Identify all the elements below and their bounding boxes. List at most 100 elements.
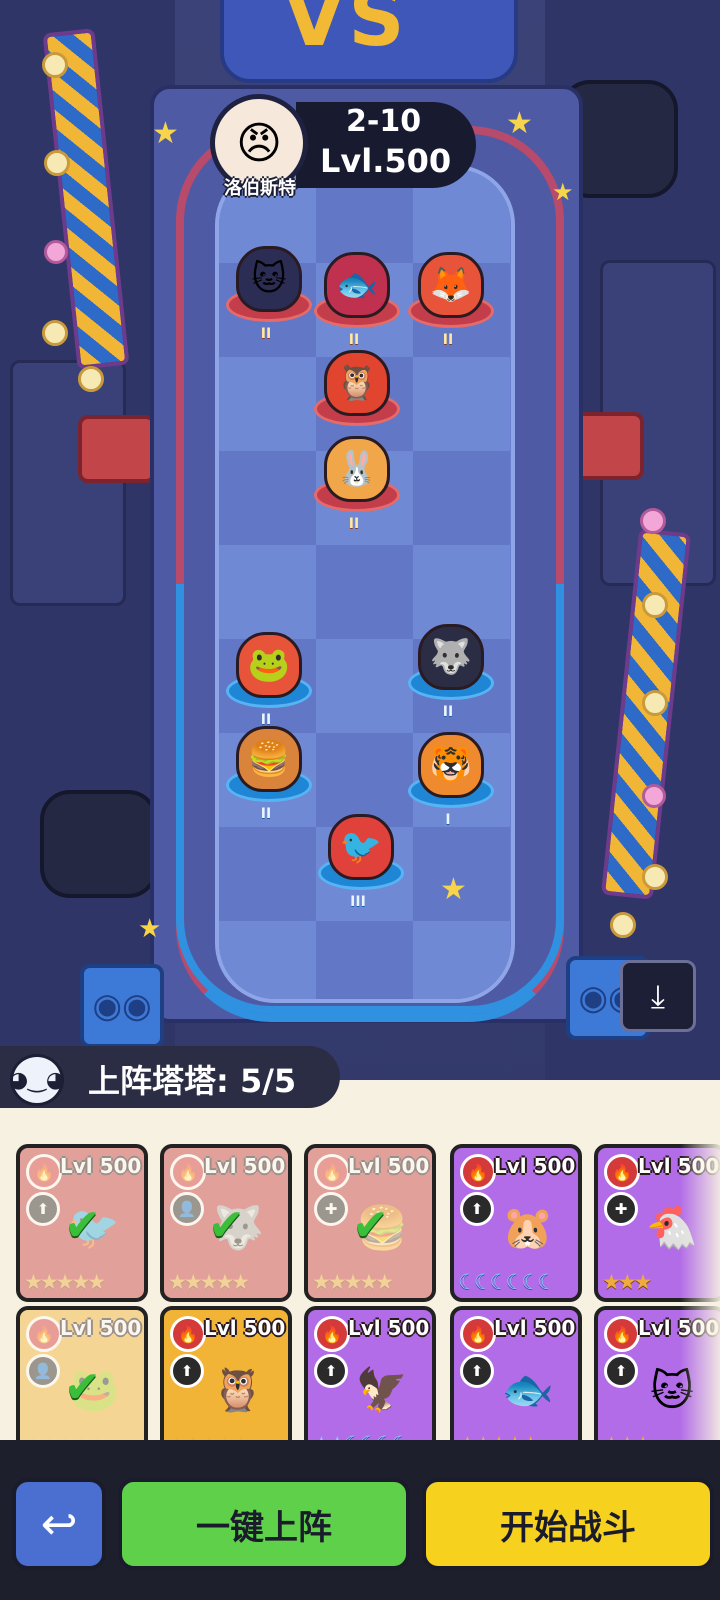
hero-card[interactable]: 🔥 Lvl 500 ⬆ 🐦 ✔ ★★★★★: [16, 1144, 148, 1302]
unit-tier: II: [442, 332, 454, 348]
fire-element-icon: 🔥: [26, 1154, 62, 1190]
player-unit[interactable]: 🐸 II: [222, 626, 312, 728]
team-count-tab: ◕‿◕ 上阵塔塔: 5/5: [0, 1046, 340, 1108]
stage-lamp: [642, 690, 668, 716]
unit-tier: II: [260, 806, 272, 822]
role-icon: ✚: [314, 1192, 348, 1226]
stage-lamp: [642, 864, 668, 890]
star-decoration: ★: [138, 914, 162, 944]
boss-info-box: 2-10 Lvl.500: [296, 102, 476, 188]
back-arrow-icon: ↩: [40, 1498, 78, 1550]
fire-element-icon: 🔥: [314, 1154, 350, 1190]
stage-lamp: [42, 52, 68, 78]
stage-lamp: [640, 508, 666, 534]
star-decoration: ★: [552, 178, 574, 206]
role-icon: 👤: [170, 1192, 204, 1226]
hero-card[interactable]: 🔥 Lvl 500 👤 🐺 ✔ ★★★★★: [160, 1144, 292, 1302]
card-level: Lvl 500: [60, 1316, 142, 1340]
fox-icon: 🦊: [418, 252, 484, 318]
player-unit[interactable]: 🐺 II: [404, 618, 494, 720]
star-decoration: ★: [152, 116, 179, 151]
cat-block-left: ◉◉: [80, 964, 164, 1048]
stage-lamp: [78, 366, 104, 392]
unit-tier: I: [445, 812, 451, 828]
player-unit[interactable]: 🍔 II: [222, 720, 312, 822]
masked-hero-icon: 😠: [236, 117, 282, 169]
boss-level: Lvl.500: [320, 142, 452, 180]
wolf-icon: 🐺: [418, 624, 484, 690]
selected-check-icon: ✔: [208, 1200, 245, 1251]
card-level: Lvl 500: [494, 1316, 576, 1340]
stage-lamp: [642, 592, 668, 618]
rabbit-icon: 🐰: [324, 436, 390, 502]
card-stars: ★★★: [602, 1270, 653, 1294]
hero-card[interactable]: 🔥 Lvl 500 ✚ 🍔 ✔ ★★★★★: [304, 1144, 436, 1302]
stage-number: 2-10: [346, 104, 422, 139]
card-level: Lvl 500: [348, 1316, 430, 1340]
save-lineup-button[interactable]: ⤓: [620, 960, 696, 1032]
card-level: Lvl 500: [348, 1154, 430, 1178]
battle-stage: VS ★ ★ ★ ★ ★ 2-10 Lvl.500 😠 洛伯斯特 🐱 II 🐟 …: [0, 0, 720, 1100]
stage-lamp: [42, 320, 68, 346]
owl-icon: 🦉: [324, 350, 390, 416]
card-level: Lvl 500: [204, 1316, 286, 1340]
card-stars: ★★★★★: [168, 1270, 250, 1294]
stage-lamp: [642, 784, 666, 808]
burger-icon: 🍔: [236, 726, 302, 792]
role-icon: ⬆: [26, 1192, 60, 1226]
card-level: Lvl 500: [494, 1154, 576, 1178]
boss-name: 洛伯斯特: [224, 178, 296, 199]
vs-text: VS: [284, 0, 409, 64]
card-level: Lvl 500: [60, 1154, 142, 1178]
unit-tier: II: [442, 704, 454, 720]
left-wall-panel: [10, 360, 126, 606]
star-decoration: ★: [440, 872, 467, 907]
stage-lamp: [610, 912, 636, 938]
enemy-unit[interactable]: 🐟 II: [310, 246, 400, 348]
enemy-unit[interactable]: 🦉: [310, 344, 400, 432]
back-button[interactable]: ↩: [12, 1478, 106, 1570]
selected-check-icon: ✔: [352, 1200, 389, 1251]
fire-element-icon: 🔥: [314, 1316, 350, 1352]
fire-element-icon: 🔥: [460, 1154, 496, 1190]
enemy-unit[interactable]: 🦊 II: [404, 246, 494, 348]
download-icon: ⤓: [650, 976, 666, 1015]
enemy-unit[interactable]: 🐰 II: [310, 430, 400, 532]
card-stars: ☾☾☾☾☾☾: [458, 1270, 556, 1294]
fire-element-icon: 🔥: [26, 1316, 62, 1352]
scroll-fade: [680, 1110, 720, 1440]
vs-banner: VS: [220, 0, 518, 83]
robot-cat-icon: ◕‿◕: [9, 1054, 65, 1106]
player-unit[interactable]: 🐯 I: [404, 726, 494, 828]
start-battle-button[interactable]: 开始战斗: [422, 1478, 714, 1570]
card-stars: ★★★★★: [24, 1270, 106, 1294]
hero-portrait: 🐹: [501, 1203, 555, 1252]
left-star-block: [78, 415, 156, 483]
start-battle-label: 开始战斗: [500, 1507, 636, 1548]
bird-icon: 🐦: [328, 814, 394, 880]
hero-card[interactable]: 🔥 Lvl 500 ⬆ 🐹 ☾☾☾☾☾☾: [450, 1144, 582, 1302]
team-count-label: 上阵塔塔: 5/5: [88, 1062, 297, 1100]
player-unit[interactable]: 🐦 III: [314, 808, 404, 910]
fire-element-icon: 🔥: [170, 1316, 206, 1352]
selected-check-icon: ✔: [64, 1362, 101, 1413]
unit-tier: III: [350, 894, 366, 910]
unit-tier: II: [348, 516, 360, 532]
hero-portrait: 🐟: [501, 1365, 555, 1414]
unit-tier: II: [260, 326, 272, 342]
enemy-unit[interactable]: 🐱 II: [222, 240, 312, 342]
fire-element-icon: 🔥: [604, 1316, 640, 1352]
fish-icon: 🐟: [324, 252, 390, 318]
auto-deploy-label: 一键上阵: [196, 1507, 332, 1548]
selected-check-icon: ✔: [64, 1200, 101, 1251]
fire-element-icon: 🔥: [460, 1316, 496, 1352]
hero-portrait: 🦅: [355, 1365, 409, 1414]
fire-element-icon: 🔥: [604, 1154, 640, 1190]
stage-lamp: [44, 150, 70, 176]
card-stars: ★★★★★: [312, 1270, 394, 1294]
auto-deploy-button[interactable]: 一键上阵: [118, 1478, 410, 1570]
tiger-icon: 🐯: [418, 732, 484, 798]
star-decoration: ★: [506, 106, 533, 141]
card-level: Lvl 500: [204, 1154, 286, 1178]
stage-lamp: [44, 240, 68, 264]
